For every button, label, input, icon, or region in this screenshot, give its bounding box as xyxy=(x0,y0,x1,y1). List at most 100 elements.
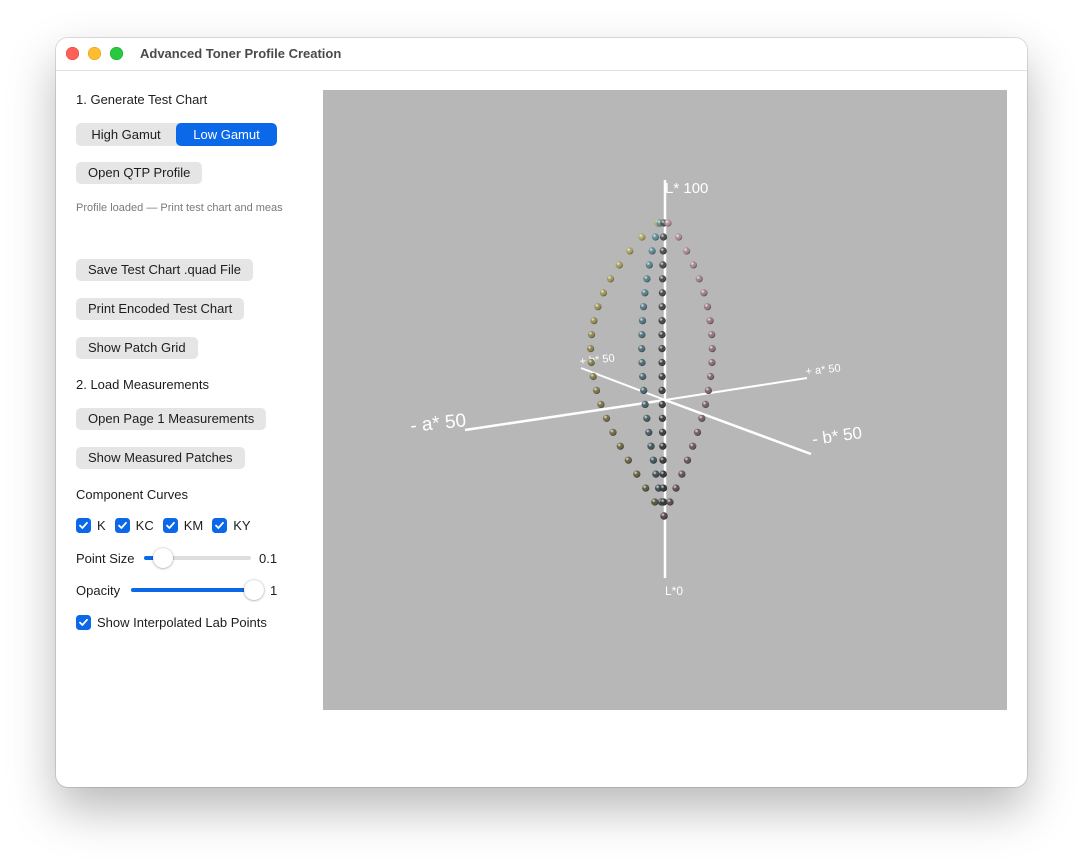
point-highlight xyxy=(651,233,660,241)
point-highlight xyxy=(658,289,666,297)
l-max-label: L* 100 xyxy=(665,180,708,197)
gamut-segmented-control: High Gamut Low Gamut xyxy=(76,123,277,146)
show-measured-patches-button[interactable]: Show Measured Patches xyxy=(76,447,245,469)
point-highlight xyxy=(695,275,703,283)
point-highlight xyxy=(708,358,716,367)
point-highlight xyxy=(659,275,667,283)
point-highlight xyxy=(616,442,624,450)
point-highlight xyxy=(658,372,666,381)
opacity-slider[interactable] xyxy=(131,580,264,600)
point-highlight xyxy=(700,289,708,297)
show-interpolated-label: Show Interpolated Lab Points xyxy=(97,615,267,630)
point-highlight xyxy=(659,247,667,255)
close-window-button[interactable] xyxy=(66,47,79,60)
status-text: Profile loaded — Print test chart and me… xyxy=(76,202,283,214)
checkbox-kc-label: KC xyxy=(135,518,154,533)
point-size-slider[interactable] xyxy=(144,548,251,568)
point-highlight xyxy=(590,317,598,325)
point-highlight xyxy=(658,317,666,325)
point-highlight xyxy=(678,470,686,478)
open-qtp-profile-button[interactable]: Open QTP Profile xyxy=(76,162,203,184)
point-highlight xyxy=(703,303,712,311)
point-highlight xyxy=(638,233,646,241)
point-highlight xyxy=(658,386,666,394)
window-title: Advanced Toner Profile Creation xyxy=(140,46,342,61)
point-highlight xyxy=(638,345,646,353)
pos-b-label: + b* 50 xyxy=(579,352,615,368)
lab-3d-viewport[interactable]: L* 100 L*0 - a* 50 + a* 50 - b* 50 + b* … xyxy=(323,90,1007,710)
checkbox-km-label: KM xyxy=(183,518,204,533)
pos-a-label: + a* 50 xyxy=(805,362,841,378)
checkmark-icon xyxy=(117,521,127,529)
point-highlight xyxy=(659,233,668,241)
checkmark-icon xyxy=(79,521,88,529)
point-highlight xyxy=(706,317,714,325)
point-highlight xyxy=(693,428,702,436)
point-highlight xyxy=(594,303,602,311)
app-window: Advanced Toner Profile Creation 1. Gener… xyxy=(56,38,1027,787)
component-curves-heading: Component Curves xyxy=(76,487,188,502)
point-highlight xyxy=(658,303,666,311)
point-highlight xyxy=(645,261,653,269)
point-highlight xyxy=(659,261,667,269)
point-highlight xyxy=(658,345,666,353)
checkbox-kc[interactable] xyxy=(114,518,130,533)
point-highlight xyxy=(683,247,691,255)
point-highlight xyxy=(658,358,666,367)
point-highlight xyxy=(643,275,651,283)
step1-heading: 1. Generate Test Chart xyxy=(76,92,208,107)
high-gamut-segment[interactable]: High Gamut xyxy=(76,123,176,146)
lab-3d-plot[interactable]: L* 100 L*0 - a* 50 + a* 50 - b* 50 + b* … xyxy=(323,90,1007,710)
point-highlight xyxy=(708,345,716,353)
point-highlight xyxy=(704,386,712,394)
zoom-window-button[interactable] xyxy=(110,47,123,60)
show-interpolated-checkbox[interactable] xyxy=(76,615,91,630)
point-highlight xyxy=(659,470,667,478)
checkbox-ky-label: KY xyxy=(233,518,251,533)
checkmark-icon xyxy=(165,521,175,529)
point-highlight xyxy=(648,247,656,255)
point-highlight xyxy=(640,386,648,394)
point-highlight xyxy=(664,219,672,227)
pos-b-axis-line xyxy=(580,367,666,401)
point-highlight xyxy=(672,484,680,492)
neg-b-label: - b* 50 xyxy=(811,423,863,449)
point-highlight xyxy=(638,358,646,367)
print-encoded-test-chart-button[interactable]: Print Encoded Test Chart xyxy=(76,298,245,320)
point-highlight xyxy=(666,498,674,506)
neg-a-label: - a* 50 xyxy=(409,410,467,437)
point-highlight xyxy=(660,498,668,506)
point-highlight xyxy=(683,456,692,464)
point-highlight xyxy=(599,289,607,297)
point-size-thumb[interactable] xyxy=(152,548,173,568)
open-page1-measurements-button[interactable]: Open Page 1 Measurements xyxy=(76,408,267,430)
pos-a-axis-line xyxy=(664,377,808,401)
point-highlight xyxy=(609,428,617,436)
checkbox-k[interactable] xyxy=(76,518,91,533)
low-gamut-segment[interactable]: Low Gamut xyxy=(176,123,277,146)
point-highlight xyxy=(643,414,651,422)
point-size-label: Point Size xyxy=(76,551,135,566)
opacity-thumb[interactable] xyxy=(244,580,264,600)
point-highlight xyxy=(645,428,653,436)
checkbox-ky[interactable] xyxy=(212,518,228,533)
point-highlight xyxy=(707,372,715,381)
point-highlight xyxy=(589,372,597,381)
checkbox-km[interactable] xyxy=(162,518,178,533)
opacity-fill xyxy=(131,588,254,592)
minimize-window-button[interactable] xyxy=(88,47,101,60)
point-highlight xyxy=(701,400,710,408)
save-test-chart-quad-button[interactable]: Save Test Chart .quad File xyxy=(76,259,253,281)
point-highlight xyxy=(658,331,666,339)
point-highlight xyxy=(675,233,683,241)
neg-a-axis-line xyxy=(464,398,666,432)
opacity-label: Opacity xyxy=(76,583,121,598)
point-highlight xyxy=(649,456,657,464)
show-patch-grid-button[interactable]: Show Patch Grid xyxy=(76,337,198,359)
point-highlight xyxy=(652,470,660,478)
point-highlight xyxy=(698,414,706,422)
point-highlight xyxy=(587,331,596,339)
point-highlight xyxy=(659,442,667,450)
point-highlight xyxy=(639,372,647,381)
point-size-value: 0.1 xyxy=(259,551,278,566)
